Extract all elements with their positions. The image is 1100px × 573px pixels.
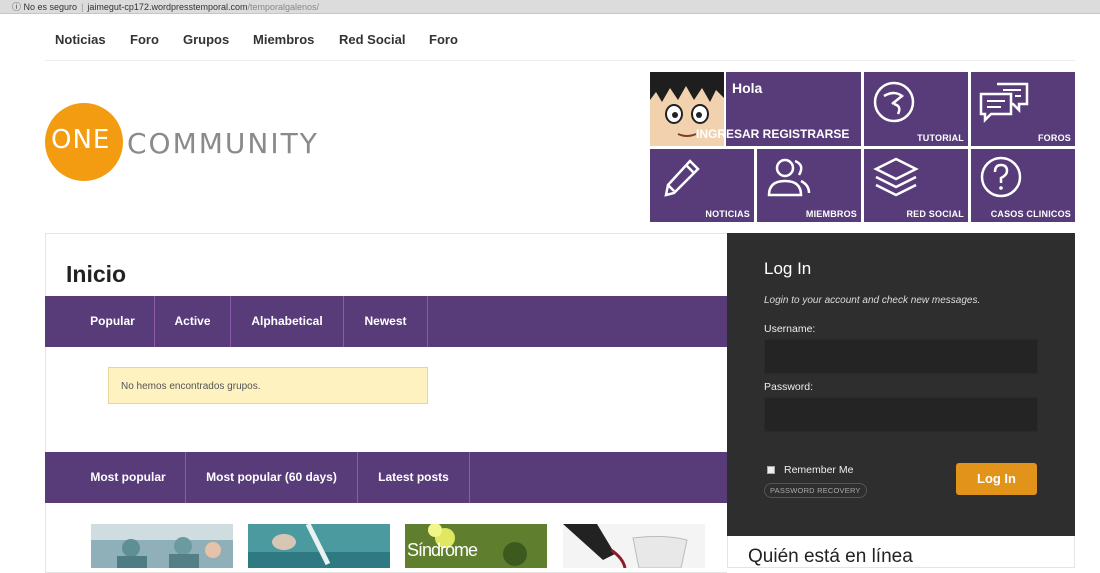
password-recovery-link[interactable]: PASSWORD RECOVERY xyxy=(764,483,867,498)
logo-one: ONE xyxy=(51,125,111,155)
username-label: Username: xyxy=(764,323,816,335)
tab-active[interactable]: Active xyxy=(155,296,231,347)
surgery-image xyxy=(91,524,233,568)
pencil-icon xyxy=(664,159,700,197)
tile-label: CASOS CLINICOS xyxy=(990,209,1071,219)
login-register-links[interactable]: INGRESAR REGISTRARSE xyxy=(696,127,849,141)
nav-foro-2[interactable]: Foro xyxy=(429,32,458,47)
online-title: Quién está en línea xyxy=(748,546,913,567)
tile-noticias[interactable]: NOTICIAS xyxy=(650,149,754,222)
lab-image xyxy=(248,524,390,568)
tab-popular[interactable]: Popular xyxy=(71,296,155,347)
nav-noticias[interactable]: Noticias xyxy=(55,32,106,47)
login-title: Log In xyxy=(764,259,812,278)
url-host: jaimegut-cp172.wordpresstemporal.com xyxy=(87,2,248,12)
tile-casos-clinicos[interactable]: CASOS CLINICOS xyxy=(971,149,1075,222)
remember-me-label: Remember Me xyxy=(784,464,854,476)
tile-foros[interactable]: FOROS xyxy=(971,72,1075,146)
tile-label: MIEMBROS xyxy=(805,209,857,219)
empty-groups-notice: No hemos encontrados grupos. xyxy=(108,367,428,404)
nav-grupos[interactable]: Grupos xyxy=(183,32,229,47)
question-icon xyxy=(980,156,1022,198)
tile-label: FOROS xyxy=(1037,133,1071,143)
nav-foro[interactable]: Foro xyxy=(130,32,159,47)
address-bar[interactable]: ⓘ No es seguro | jaimegut-cp172.wordpresst… xyxy=(0,0,1100,14)
top-navigation: Noticias Foro Grupos Miembros Red Social… xyxy=(45,18,1075,61)
url-path: /temporalgalenos/ xyxy=(247,2,320,12)
layers-icon xyxy=(873,157,919,197)
login-widget: Log In Login to your account and check n… xyxy=(727,233,1075,536)
user-panel: Hola INGRESAR REGISTRARSE xyxy=(696,72,861,146)
group-tabs: Popular Active Alphabetical Newest xyxy=(45,296,727,347)
chat-icon xyxy=(979,82,1029,124)
username-input[interactable] xyxy=(764,339,1038,374)
tab-newest[interactable]: Newest xyxy=(344,296,428,347)
security-label: No es seguro xyxy=(23,2,78,12)
login-subtitle: Login to your account and check new mess… xyxy=(764,295,981,306)
nav-miembros[interactable]: Miembros xyxy=(253,32,314,47)
post-thumbnail[interactable] xyxy=(91,524,233,568)
thumbnail-caption: Síndrome xyxy=(407,540,478,560)
post-tabs: Most popular Most popular (60 days) Late… xyxy=(45,452,727,503)
tile-red-social[interactable]: RED SOCIAL xyxy=(864,149,968,222)
tab-most-popular-60-days[interactable]: Most popular (60 days) xyxy=(186,452,358,503)
remember-me-checkbox[interactable] xyxy=(767,466,775,474)
who-is-online: Quién está en línea xyxy=(727,536,1075,568)
info-icon[interactable]: ⓘ xyxy=(12,2,21,12)
greeting: Hola xyxy=(732,80,763,96)
tab-latest-posts[interactable]: Latest posts xyxy=(358,452,470,503)
login-button[interactable]: Log In xyxy=(956,463,1037,495)
page-title: Inicio xyxy=(66,261,127,287)
tile-tutorial[interactable]: TUTORIAL xyxy=(864,72,968,146)
users-icon xyxy=(767,158,811,197)
gauge-icon xyxy=(873,81,915,123)
wine-image xyxy=(563,524,705,568)
password-input[interactable] xyxy=(764,397,1038,432)
tab-alphabetical[interactable]: Alphabetical xyxy=(231,296,344,347)
post-thumbnail[interactable] xyxy=(248,524,390,568)
logo-community: COMMUNITY xyxy=(127,127,319,160)
nav-red-social[interactable]: Red Social xyxy=(339,32,405,47)
post-thumbnail[interactable] xyxy=(563,524,705,568)
tab-most-popular[interactable]: Most popular xyxy=(71,452,186,503)
tile-miembros[interactable]: MIEMBROS xyxy=(757,149,861,222)
tile-label: RED SOCIAL xyxy=(906,209,964,219)
password-label: Password: xyxy=(764,381,814,393)
site-logo[interactable]: ONE COMMUNITY xyxy=(45,103,317,183)
tile-label: TUTORIAL xyxy=(917,133,964,143)
post-thumbnail[interactable]: Síndrome xyxy=(405,524,547,568)
tile-label: NOTICIAS xyxy=(705,209,750,219)
